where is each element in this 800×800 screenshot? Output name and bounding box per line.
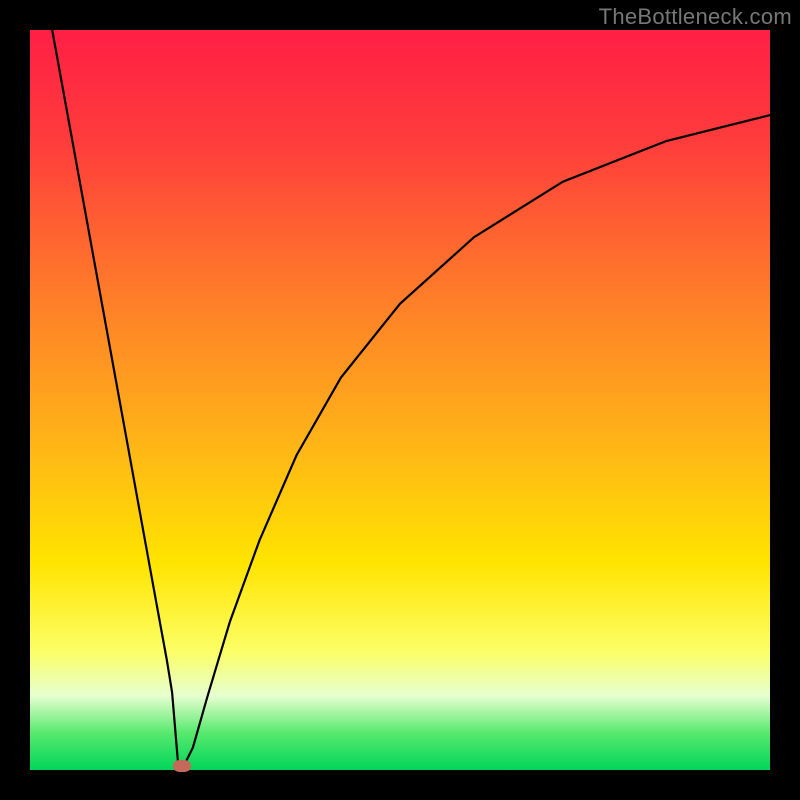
watermark-text: TheBottleneck.com <box>599 4 792 30</box>
chart-plot-area <box>30 30 770 770</box>
curve-path <box>52 30 770 763</box>
bottleneck-curve <box>30 30 770 770</box>
chart-frame: TheBottleneck.com <box>0 0 800 800</box>
optimal-point-marker <box>173 760 191 772</box>
